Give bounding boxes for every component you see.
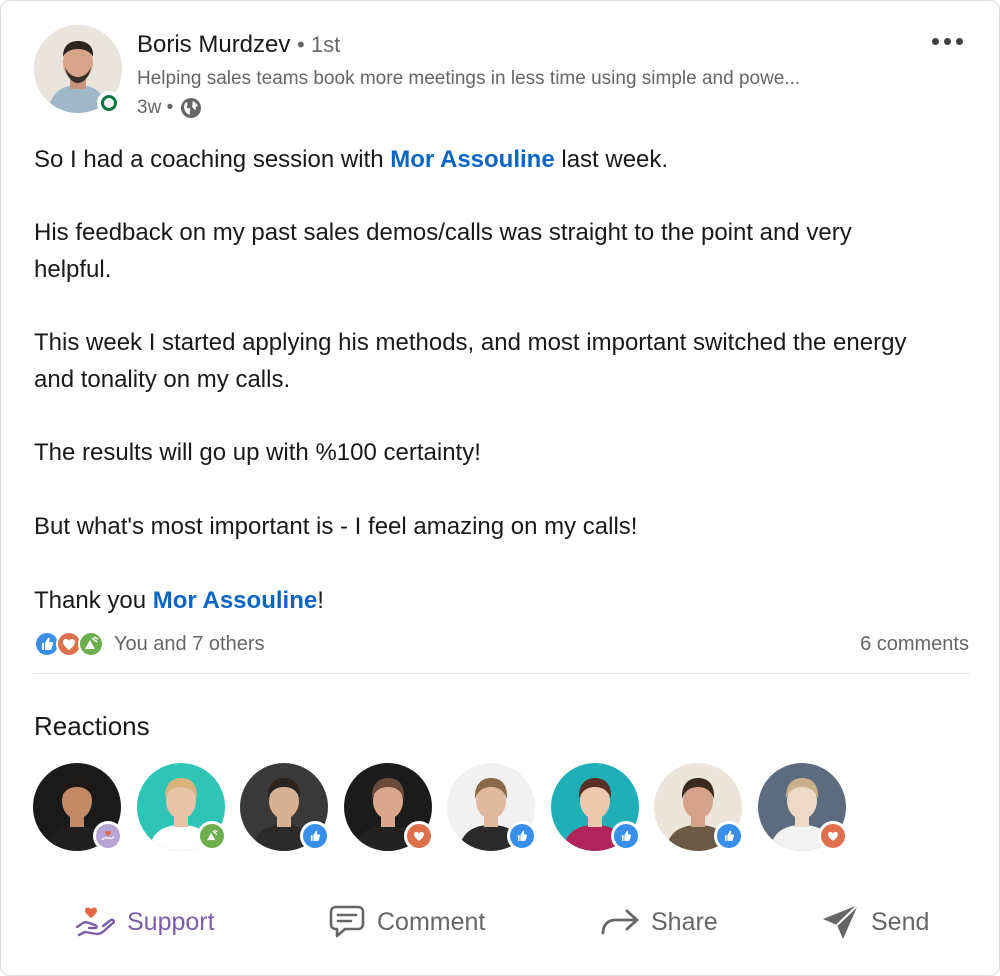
paragraph-text: Thank you <box>34 587 153 614</box>
comment-label: Comment <box>377 907 486 936</box>
reactions-count[interactable]: You and 7 others <box>114 633 265 656</box>
post-paragraph: This week I started applying his methods… <box>34 329 907 393</box>
author-line: Boris Murdzev • 1st <box>137 31 340 59</box>
celebrate-reaction-icon <box>196 821 227 851</box>
post-paragraph: But what's most important is - I feel am… <box>34 513 638 540</box>
author-name[interactable]: Boris Murdzev <box>137 31 290 58</box>
share-icon <box>599 905 641 939</box>
send-button[interactable]: Send <box>821 887 929 957</box>
social-counts: You and 7 others 6 comments <box>34 629 969 661</box>
mention-link[interactable]: Mor Assouline <box>390 146 554 173</box>
paragraph-text: So I had a coaching session with <box>34 146 391 173</box>
paragraph-text: ! <box>317 587 324 614</box>
comment-button[interactable]: Comment <box>327 887 485 957</box>
reaction-summary-icons[interactable] <box>34 631 108 659</box>
support-button[interactable]: Support <box>75 887 215 957</box>
reactor-avatar[interactable] <box>447 763 537 853</box>
reactor-avatar[interactable] <box>240 763 330 853</box>
send-icon <box>821 902 861 942</box>
share-button[interactable]: Share <box>599 887 718 957</box>
post-time: 3w • <box>137 97 174 118</box>
like-reaction-icon <box>714 821 744 851</box>
author-headline: Helping sales teams book more meetings i… <box>137 68 801 89</box>
more-dot-icon <box>943 37 951 45</box>
reactor-avatar[interactable] <box>33 763 123 853</box>
love-reaction-icon <box>817 821 848 851</box>
online-status-indicator <box>97 91 121 115</box>
support-icon <box>75 905 117 939</box>
reactor-avatar[interactable] <box>654 763 744 853</box>
post-paragraph: His feedback on my past sales demos/call… <box>34 219 852 283</box>
reactor-avatar[interactable] <box>757 763 848 853</box>
post-paragraph: Thank you Mor Assouline! <box>34 582 934 619</box>
celebrate-icon <box>78 631 104 657</box>
support-reaction-icon <box>93 821 123 851</box>
divider <box>34 673 969 674</box>
paragraph-text: last week. <box>554 146 669 173</box>
post-paragraph: The results will go up with %100 certain… <box>34 439 481 466</box>
action-bar: Support Comment Share Send <box>1 887 1000 957</box>
more-options-button[interactable] <box>925 29 969 53</box>
post-paragraph: So I had a coaching session with Mor Ass… <box>34 141 934 178</box>
connection-degree: • 1st <box>297 32 341 57</box>
more-dot-icon <box>931 37 939 45</box>
support-label: Support <box>127 907 215 936</box>
share-label: Share <box>651 907 718 936</box>
comment-icon <box>327 904 367 940</box>
like-reaction-icon <box>507 821 537 851</box>
post-meta: 3w • <box>137 96 203 120</box>
send-label: Send <box>871 907 930 936</box>
globe-icon <box>179 96 203 120</box>
post-card: Boris Murdzev • 1st Helping sales teams … <box>0 0 1000 976</box>
like-reaction-icon <box>610 821 641 851</box>
reactor-avatar[interactable] <box>550 763 641 853</box>
reactions-heading: Reactions <box>34 711 150 741</box>
reactor-avatar[interactable] <box>136 763 227 853</box>
like-reaction-icon <box>300 821 330 851</box>
reactor-avatar[interactable] <box>343 763 434 853</box>
comments-count[interactable]: 6 comments <box>860 633 969 656</box>
love-reaction-icon <box>403 821 434 851</box>
mention-link[interactable]: Mor Assouline <box>153 587 317 614</box>
more-dot-icon <box>955 37 963 45</box>
